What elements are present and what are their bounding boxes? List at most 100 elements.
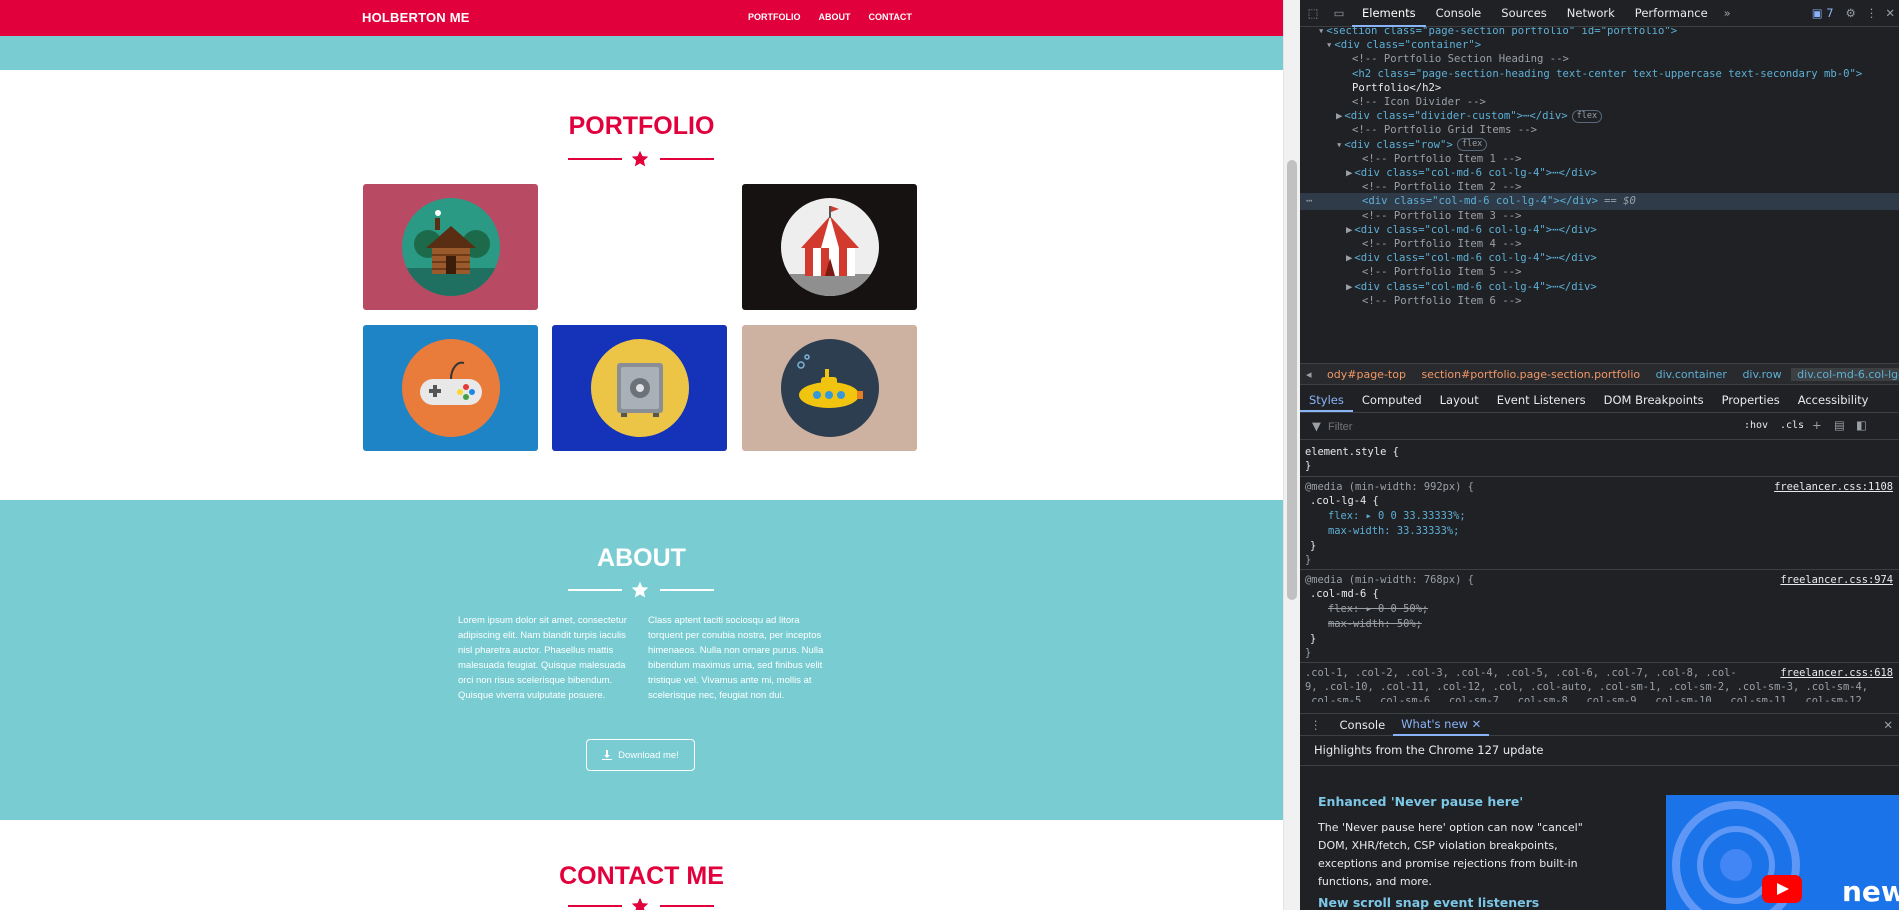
sidebar-toggle-icon[interactable]: ◧	[1856, 418, 1867, 432]
styles-filter-input[interactable]	[1328, 418, 1658, 436]
scrollbar-thumb[interactable]	[1287, 160, 1297, 600]
breadcrumb-section[interactable]: section#portfolio.page-section.portfolio	[1415, 368, 1646, 381]
paint-icon[interactable]: ▤	[1834, 418, 1845, 432]
breadcrumb-container[interactable]: div.container	[1650, 368, 1733, 381]
drawer-menu-icon[interactable]: ⋮	[1300, 718, 1332, 732]
new-rule-icon[interactable]: +	[1812, 418, 1822, 432]
expand-arrow-icon[interactable]: ▶	[1346, 224, 1352, 236]
close-drawer-icon[interactable]: ✕	[1877, 718, 1899, 732]
selector-col-md-6[interactable]: .col-md-6 {	[1310, 587, 1379, 601]
source-link[interactable]: freelancer.css:1108	[1774, 480, 1893, 494]
breadcrumb-col[interactable]: div.col-md-6.col-lg-4	[1791, 368, 1899, 381]
subtab-dom-breakpoints[interactable]: DOM Breakpoints	[1595, 387, 1713, 412]
dom-node-code: <section class="page-section portfolio" …	[1326, 27, 1678, 37]
separator	[1300, 765, 1899, 766]
node-actions-ellipsis-icon[interactable]: ⋯	[1306, 193, 1312, 210]
breadcrumb: ◂ ody#page-top section#portfolio.page-se…	[1300, 363, 1899, 385]
whats-new-title-2[interactable]: New scroll snap event listeners	[1318, 895, 1539, 910]
dom-node-code: <!-- Portfolio Item 4 -->	[1362, 238, 1522, 250]
element-style-rule[interactable]: element.style {	[1305, 445, 1399, 459]
expand-arrow-icon[interactable]: ▶	[1346, 167, 1352, 179]
inspect-element-icon[interactable]: ⬚	[1300, 6, 1326, 20]
download-button[interactable]: Download me!	[586, 739, 695, 771]
subtab-event-listeners[interactable]: Event Listeners	[1488, 387, 1595, 412]
thumbnail-text: new	[1842, 875, 1899, 908]
tab-network[interactable]: Network	[1557, 0, 1625, 27]
dom-node-code: <div class="container">	[1334, 39, 1482, 52]
device-toolbar-icon[interactable]: ▭	[1326, 6, 1352, 20]
selected-node-marker: == $0	[1604, 195, 1636, 208]
expand-arrow-icon[interactable]: ▶	[1336, 110, 1342, 122]
selector-col-lg-4[interactable]: .col-lg-4 {	[1310, 494, 1379, 508]
rule-separator	[1300, 662, 1899, 663]
selector-list-line: 9, .col-10, .col-11, .col-12, .col, .col…	[1305, 681, 1869, 693]
whats-new-title-1[interactable]: Enhanced 'Never pause here'	[1318, 794, 1523, 809]
hov-toggle[interactable]: :hov	[1744, 420, 1768, 431]
media-query-768: @media (min-width: 768px) {	[1305, 574, 1474, 586]
portfolio-item-game[interactable]	[363, 325, 538, 451]
more-tabs-icon[interactable]: »	[1718, 6, 1737, 20]
circus-tent-icon	[780, 198, 879, 296]
nav-about[interactable]: ABOUT	[819, 12, 851, 22]
declaration-max-width-overridden[interactable]: max-width: 50%;	[1328, 617, 1422, 631]
nav-portfolio[interactable]: PORTFOLIO	[748, 12, 801, 22]
video-thumbnail[interactable]: new	[1666, 795, 1899, 910]
dom-node-line[interactable]: <!-- Portfolio Item 6 -->	[1300, 293, 1899, 310]
collapse-arrow-icon[interactable]: ▾	[1326, 39, 1332, 51]
source-link[interactable]: freelancer.css:974	[1780, 573, 1893, 587]
tab-elements[interactable]: Elements	[1352, 0, 1426, 27]
page-scrollbar[interactable]	[1283, 0, 1300, 910]
kebab-menu-icon[interactable]: ⋮	[1862, 6, 1882, 20]
divider-line-right	[660, 905, 714, 907]
collapse-arrow-icon[interactable]: ▾	[1336, 139, 1342, 151]
expand-arrow-icon[interactable]: ▶	[1346, 281, 1352, 293]
portfolio-item-safe[interactable]	[552, 325, 727, 451]
flex-badge[interactable]: flex	[1571, 109, 1603, 123]
subtab-styles[interactable]: Styles	[1300, 387, 1353, 412]
breadcrumb-body[interactable]: ody#page-top	[1321, 368, 1412, 381]
cls-toggle[interactable]: .cls	[1780, 420, 1804, 431]
brand-link[interactable]: HOLBERTON ME	[362, 10, 470, 25]
filter-icon: ▼	[1312, 419, 1321, 433]
tab-console[interactable]: Console	[1426, 0, 1492, 27]
portfolio-item-circus[interactable]	[742, 184, 917, 310]
settings-gear-icon[interactable]: ⚙	[1840, 6, 1862, 20]
nav-contact[interactable]: CONTACT	[869, 12, 912, 22]
dom-node-code: <!-- Icon Divider -->	[1352, 96, 1486, 108]
portfolio-item-cabin[interactable]	[363, 184, 538, 310]
issues-badge[interactable]: ▣ 7	[1806, 6, 1840, 20]
source-link[interactable]: freelancer.css:618	[1780, 666, 1893, 680]
tab-performance[interactable]: Performance	[1625, 0, 1718, 27]
subtab-accessibility[interactable]: Accessibility	[1789, 387, 1878, 412]
subtab-properties[interactable]: Properties	[1713, 387, 1789, 412]
whats-new-pane: Highlights from the Chrome 127 update En…	[1300, 737, 1899, 910]
youtube-play-icon[interactable]	[1762, 875, 1802, 903]
drawer-tab-console[interactable]: Console	[1332, 718, 1394, 732]
declaration-max-width[interactable]: max-width: 33.33333%;	[1328, 524, 1459, 538]
about-section: ABOUT Lorem ipsum dolor sit amet, consec…	[0, 500, 1283, 820]
collapse-arrow-icon[interactable]: ▾	[1318, 27, 1324, 37]
star-icon	[631, 581, 649, 598]
subtab-layout[interactable]: Layout	[1431, 387, 1488, 412]
devtools-toolbar: ⬚ ▭ Elements Console Sources Network Per…	[1300, 0, 1899, 27]
tab-sources[interactable]: Sources	[1491, 0, 1557, 27]
declaration-flex-overridden[interactable]: flex: ▸ 0 0 50%;	[1328, 602, 1428, 616]
portfolio-item-submarine[interactable]	[742, 325, 917, 451]
expand-arrow-icon[interactable]: ▶	[1346, 252, 1352, 264]
divider-line-right	[660, 158, 714, 160]
contact-heading: CONTACT ME	[559, 862, 724, 890]
nav-links: PORTFOLIO ABOUT CONTACT	[748, 12, 912, 22]
selector-list-line: .col-sm-5, .col-sm-6, .col-sm-7, .col-sm…	[1305, 695, 1869, 702]
dom-node-code: <!-- Portfolio Item 6 -->	[1362, 294, 1522, 307]
portfolio-divider	[568, 150, 714, 167]
about-divider	[568, 581, 714, 598]
subtab-computed[interactable]: Computed	[1353, 387, 1431, 412]
divider-line-left	[568, 158, 622, 160]
breadcrumb-row[interactable]: div.row	[1736, 368, 1787, 381]
brace: }	[1305, 460, 1312, 472]
close-icon[interactable]: ✕	[1881, 6, 1899, 20]
declaration-flex[interactable]: flex: ▸ 0 0 33.33333%;	[1328, 509, 1466, 523]
flex-badge[interactable]: flex	[1456, 138, 1488, 152]
breadcrumb-left-arrow-icon[interactable]: ◂	[1300, 368, 1318, 381]
drawer-tab-whats-new[interactable]: What's new ✕	[1393, 714, 1490, 736]
